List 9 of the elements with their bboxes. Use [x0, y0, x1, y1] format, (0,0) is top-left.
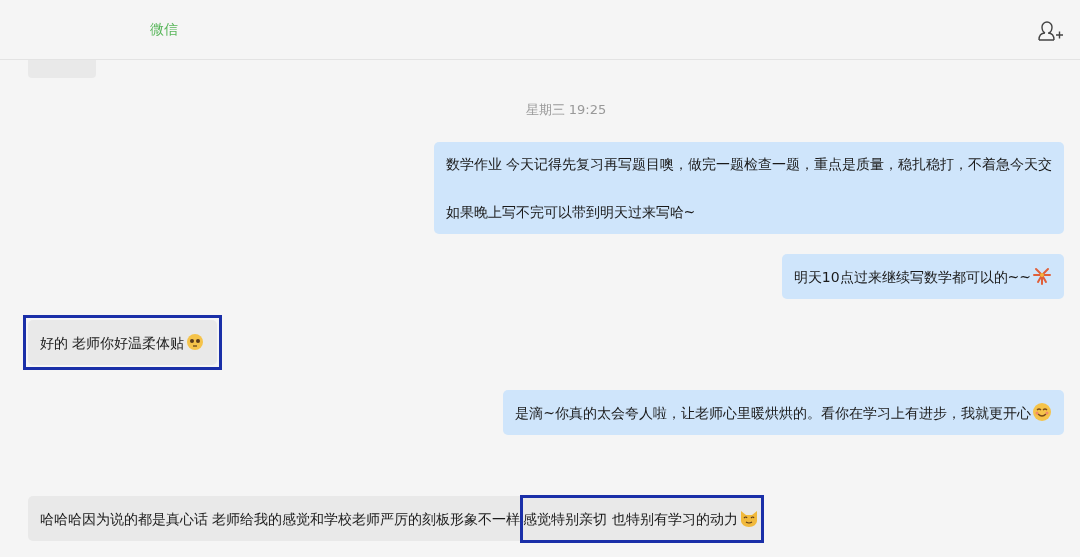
message-text: 数学作业 今天记得先复习再写题目噢，做完一题检查一题，重点是质量，稳扎稳打，不着急今天交 — [445, 154, 1052, 174]
message-text: 是滴~你真的太会夸人啦，让老师心里暖烘烘的。看你在学习上有进步，我就更开心 — [515, 404, 1031, 421]
message-text: 明天10点过来继续写数学都可以的~~ — [793, 268, 1031, 285]
message-text: 哈哈哈因为说的都是真心话 老师给我的感觉和学校老师严厉的刻板形象不一样 — [40, 510, 521, 527]
app-label: 微信 — [150, 20, 178, 39]
timestamp: 星期三 19:25 — [524, 101, 608, 119]
message-text: 感觉特别亲切 也特别有学习的动力 — [523, 510, 738, 527]
message-text: 好的 老师你好温柔体贴 — [40, 334, 185, 351]
message-text: 如果晚上写不完可以带到明天过来写哈~ — [445, 202, 697, 222]
